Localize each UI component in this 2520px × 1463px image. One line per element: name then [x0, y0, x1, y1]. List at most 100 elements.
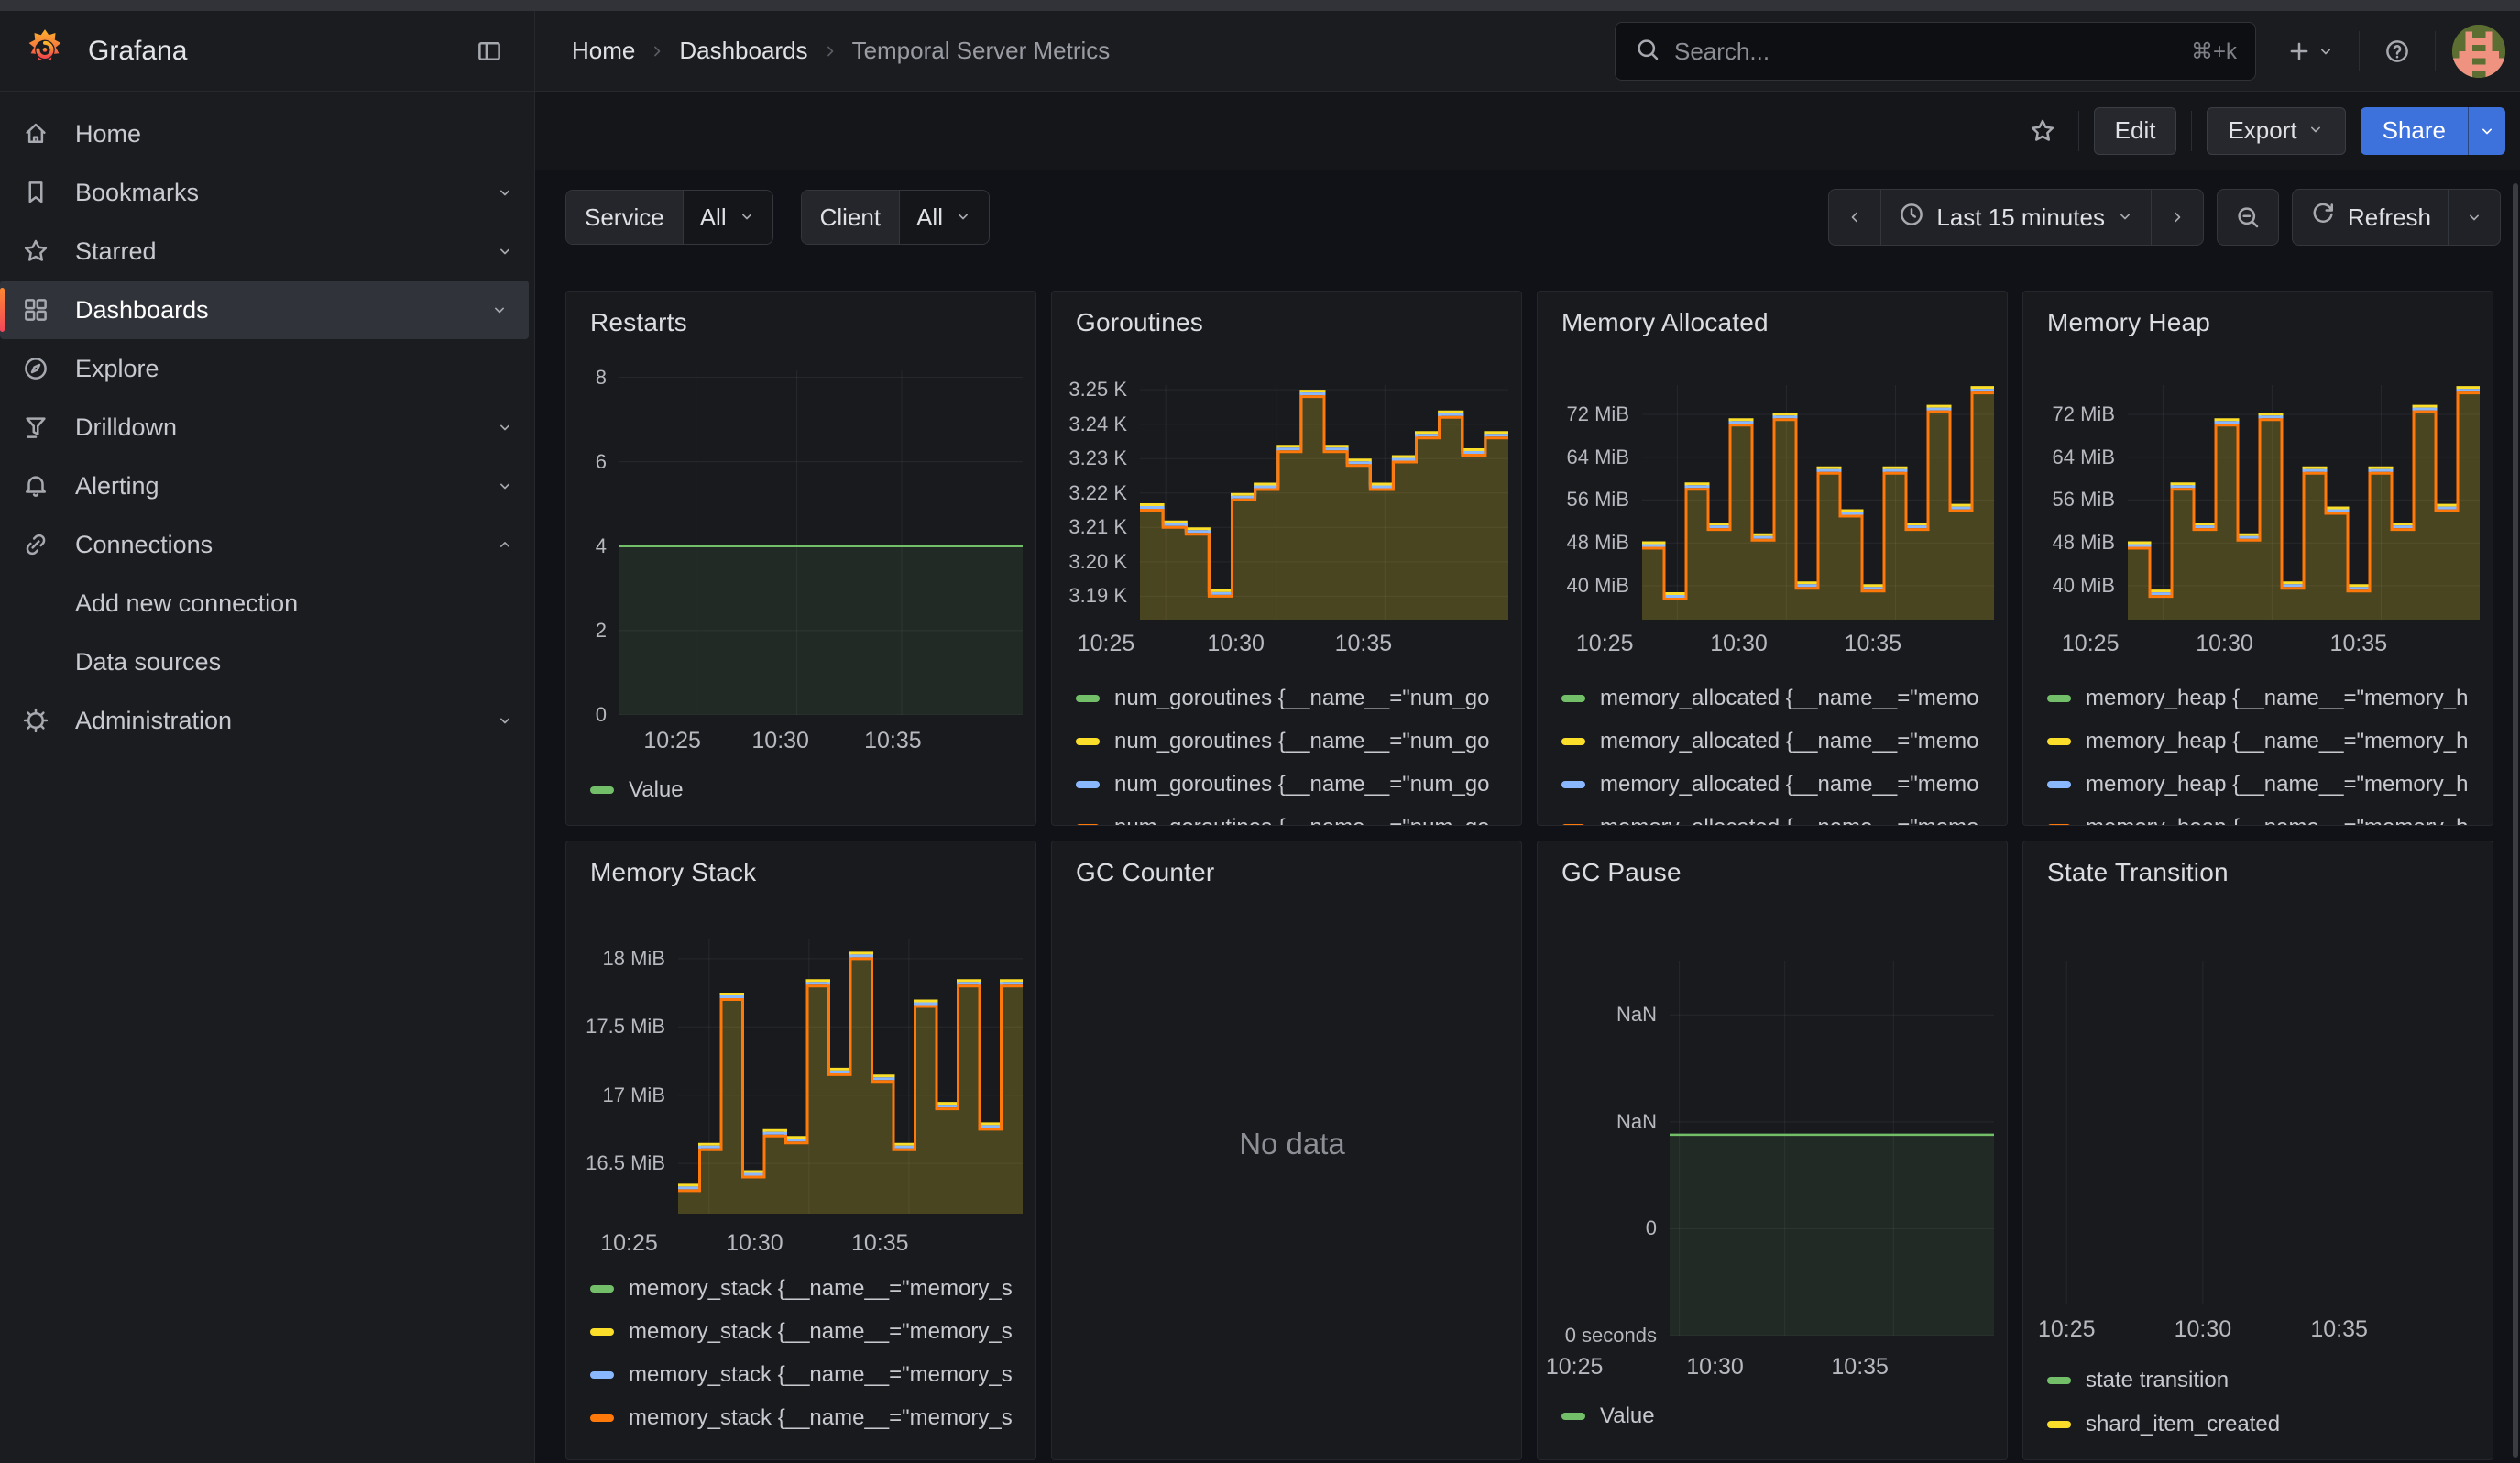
legend-item[interactable]: memory_allocated {__name__="memo [1561, 806, 1994, 826]
sidebar-item-starred[interactable]: Starred [0, 222, 534, 280]
edit-button[interactable]: Edit [2094, 107, 2177, 155]
panel-state-transition: State Transition 10:2510:3010:35state tr… [2022, 841, 2493, 1460]
time-back-button[interactable] [1829, 190, 1880, 245]
collapse-sidebar-icon[interactable] [468, 30, 510, 72]
search-box[interactable]: ⌘+k [1615, 22, 2256, 81]
service-filter-value[interactable]: All [683, 191, 772, 244]
scrollbar[interactable] [2513, 183, 2518, 1458]
legend-item[interactable]: memory_stack {__name__="memory_s [590, 1396, 1023, 1439]
chevron-down-icon [496, 418, 514, 436]
dashboard-toolbar: Edit Export Share [535, 92, 2520, 170]
panel-title[interactable]: Memory Allocated [1561, 308, 1994, 337]
legend-item[interactable]: Value [590, 772, 1023, 808]
time-forward-button[interactable] [2151, 190, 2203, 245]
x-tick-label: 10:30 [2175, 1316, 2232, 1343]
sidebar-item-drilldown[interactable]: Drilldown [0, 398, 534, 456]
grafana-logo-icon[interactable] [24, 28, 66, 74]
legend-item[interactable]: shard_item_created [2047, 1402, 2480, 1446]
chart-plot-area[interactable]: NaNNaN00 seconds [1561, 961, 1994, 1336]
sidebar-item-home[interactable]: Home [0, 104, 534, 163]
panel-title[interactable]: GC Pause [1561, 858, 1994, 887]
legend-item[interactable]: memory_stack {__name__="memory_s [590, 1310, 1023, 1353]
chart-plot-area[interactable]: 72 MiB64 MiB56 MiB48 MiB40 MiB [2047, 385, 2480, 620]
legend-swatch [1076, 824, 1100, 827]
search-input[interactable] [1674, 38, 2178, 66]
chart-plot-area[interactable] [2047, 961, 2480, 1304]
breadcrumb-home[interactable]: Home [572, 37, 635, 65]
sidebar-item-dashboards[interactable]: Dashboards [0, 280, 529, 339]
legend: Value [1561, 1394, 1994, 1437]
search-icon [1634, 36, 1661, 68]
legend-swatch [2047, 781, 2071, 788]
legend-swatch [1076, 695, 1100, 702]
legend-item[interactable]: memory_stack {__name__="memory_s [590, 1267, 1023, 1310]
legend-item[interactable]: memory_allocated {__name__="memo [1561, 720, 1994, 763]
legend-item[interactable]: memory_allocated {__name__="memo [1561, 763, 1994, 806]
chart-plot-area[interactable]: 18 MiB17.5 MiB17 MiB16.5 MiB [590, 939, 1023, 1214]
sidebar-item-label: Data sources [75, 648, 514, 676]
refresh-interval-chevron[interactable] [2448, 190, 2500, 245]
add-button[interactable] [2278, 30, 2342, 72]
panel-title[interactable]: Goroutines [1076, 308, 1508, 337]
share-button[interactable]: Share [2361, 107, 2468, 155]
panel-title[interactable]: GC Counter [1076, 858, 1508, 887]
legend-swatch [2047, 738, 2071, 745]
breadcrumb: Home Dashboards Temporal Server Metrics [572, 37, 1110, 65]
legend-item[interactable]: memory_heap {__name__="memory_h [2047, 806, 2480, 826]
export-button-label: Export [2228, 116, 2296, 145]
legend-label: memory_stack {__name__="memory_s [629, 1405, 1013, 1431]
legend-item[interactable]: state transition [2047, 1358, 2480, 1402]
sidebar-item-administration[interactable]: Administration [0, 691, 534, 750]
sidebar: Grafana HomeBookmarksStarredDashboardsEx… [0, 11, 535, 1463]
legend-item[interactable]: num_goroutines {__name__="num_go [1076, 763, 1508, 806]
help-icon[interactable] [2376, 30, 2418, 72]
sidebar-item-explore[interactable]: Explore [0, 339, 534, 398]
panel-title[interactable]: Memory Heap [2047, 308, 2480, 337]
x-tick-label: 10:35 [864, 728, 922, 754]
legend-item[interactable]: num_goroutines {__name__="num_go [1076, 720, 1508, 763]
x-axis: 10:2510:3010:35 [2047, 620, 2480, 656]
legend-label: memory_allocated {__name__="memo [1600, 815, 1978, 827]
legend-item[interactable]: num_goroutines {__name__="num_go [1076, 676, 1508, 720]
zoom-out-button[interactable] [2218, 190, 2278, 245]
chart-plot-area[interactable]: 72 MiB64 MiB56 MiB48 MiB40 MiB [1561, 385, 1994, 620]
legend-swatch [590, 1371, 614, 1379]
refresh-button[interactable]: Refresh [2293, 190, 2448, 245]
chart-plot-area[interactable]: 3.25 K3.24 K3.23 K3.22 K3.21 K3.20 K3.19… [1076, 385, 1508, 620]
legend-item[interactable]: Value [1561, 1394, 1994, 1437]
legend-item[interactable]: memory_heap {__name__="memory_h [2047, 763, 2480, 806]
breadcrumb-dashboards[interactable]: Dashboards [679, 37, 807, 65]
legend-item[interactable]: memory_allocated {__name__="memo [1561, 676, 1994, 720]
export-button[interactable]: Export [2207, 107, 2345, 155]
sidebar-item-alerting[interactable]: Alerting [0, 456, 534, 515]
legend-item[interactable]: num_goroutines {__name__="num_go [1076, 806, 1508, 826]
sidebar-item-add-new-connection[interactable]: Add new connection [0, 574, 534, 632]
legend-swatch [1561, 1413, 1585, 1420]
panel-restarts: Restarts 8642010:2510:3010:35Value [565, 291, 1036, 826]
legend-item[interactable]: memory_heap {__name__="memory_h [2047, 676, 2480, 720]
client-filter-value[interactable]: All [899, 191, 989, 244]
x-tick-label: 10:25 [643, 728, 701, 754]
legend-label: state transition [2086, 1368, 2229, 1393]
time-range-button[interactable]: Last 15 minutes [1880, 190, 2151, 245]
sidebar-item-connections[interactable]: Connections [0, 515, 534, 574]
y-tick-label: 40 MiB [2053, 574, 2115, 598]
share-options-chevron[interactable] [2468, 107, 2505, 155]
legend-item[interactable]: memory_stack {__name__="memory_s [590, 1353, 1023, 1396]
panel-title[interactable]: Restarts [590, 308, 1023, 337]
sidebar-item-bookmarks[interactable]: Bookmarks [0, 163, 534, 222]
legend-swatch [2047, 695, 2071, 702]
panel-gc-counter: GC Counter No data [1051, 841, 1522, 1460]
chart-plot-area[interactable]: 86420 [590, 370, 1023, 715]
legend-item[interactable]: memory_heap {__name__="memory_h [2047, 720, 2480, 763]
client-filter-selected: All [916, 204, 943, 232]
panel-title[interactable]: Memory Stack [590, 858, 1023, 887]
share-split-button[interactable]: Share [2361, 107, 2505, 155]
x-tick-label: 10:35 [1845, 631, 1902, 657]
star-dashboard-button[interactable] [2021, 110, 2064, 152]
legend: memory_allocated {__name__="memomemory_a… [1561, 676, 1994, 826]
user-avatar[interactable] [2452, 25, 2505, 78]
y-tick-label: 64 MiB [2053, 446, 2115, 469]
panel-title[interactable]: State Transition [2047, 858, 2480, 887]
sidebar-item-data-sources[interactable]: Data sources [0, 632, 534, 691]
